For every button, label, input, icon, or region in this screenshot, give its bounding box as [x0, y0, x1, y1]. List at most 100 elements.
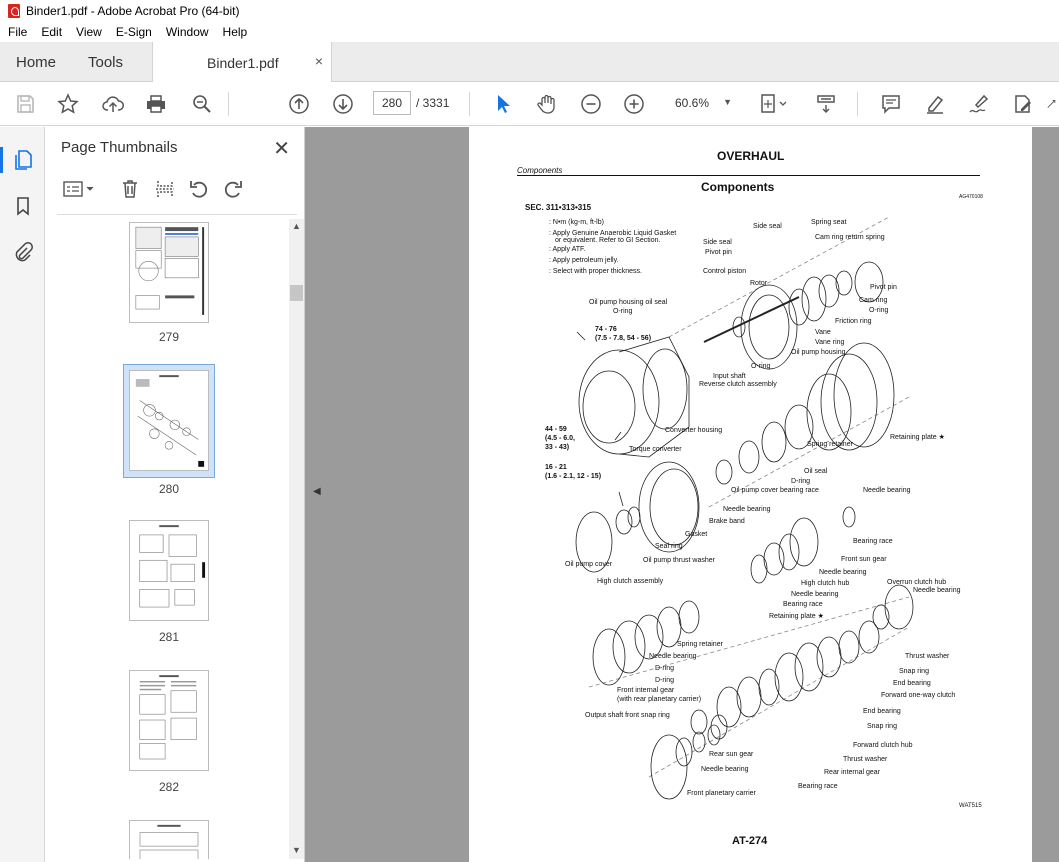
part-label: Oil pump cover bearing race	[731, 487, 819, 494]
part-label: Cam ring return spring	[815, 234, 885, 241]
legend-line: : Select with proper thickness.	[549, 268, 642, 275]
active-indicator	[0, 147, 3, 173]
menu-bar: File Edit View E-Sign Window Help	[0, 22, 1059, 42]
zoom-dropdown[interactable]: 60.6% ▼	[666, 91, 738, 115]
section-title: Components	[701, 180, 775, 194]
close-panel-icon[interactable]: ✕	[273, 136, 290, 161]
thumbnail-options-icon[interactable]	[61, 177, 97, 201]
part-label: Oil seal	[804, 468, 828, 475]
part-label: Forward one-way clutch	[881, 692, 956, 699]
legend-line: : Apply ATF.	[549, 246, 586, 253]
tab-tools[interactable]: Tools	[88, 42, 123, 82]
scroll-mode-icon[interactable]	[813, 91, 839, 117]
previous-page-icon[interactable]	[286, 91, 312, 117]
part-label: Snap ring	[899, 668, 929, 675]
thumbnail-page-number: 279	[158, 330, 180, 344]
panel-title: Page Thumbnails	[61, 139, 178, 156]
bookmark-star-icon[interactable]	[55, 91, 81, 117]
next-page-icon[interactable]	[330, 91, 356, 117]
menu-help[interactable]: Help	[223, 25, 248, 39]
part-label: Vane	[815, 329, 831, 336]
thumbnail-scrollbar[interactable]: ▲ ▼	[289, 219, 304, 859]
collapse-panel-icon[interactable]: ◀	[313, 486, 321, 497]
panel-toolbar	[45, 172, 305, 206]
edit-pdf-icon[interactable]	[1010, 91, 1036, 117]
part-label: Rear sun gear	[709, 751, 754, 758]
page-thumbnail-279[interactable]	[129, 222, 209, 323]
part-label: D-ring	[655, 665, 675, 672]
part-label: Output shaft front snap ring	[585, 712, 670, 719]
part-label: Side seal	[753, 223, 782, 230]
scroll-up-icon[interactable]: ▲	[292, 221, 301, 231]
part-label: Needle bearing	[649, 653, 697, 660]
part-label: High clutch assembly	[597, 578, 664, 585]
scroll-down-icon[interactable]: ▼	[292, 845, 301, 855]
part-label: High clutch hub	[801, 580, 850, 587]
bookmarks-icon[interactable]	[11, 194, 35, 218]
part-label: End bearing	[863, 708, 901, 715]
part-label: Oil pump cover	[565, 561, 613, 568]
torque-value: (4.5 - 6.0,	[545, 435, 575, 442]
page-thumbnail-281[interactable]	[129, 520, 209, 621]
part-label: Brake band	[709, 518, 745, 525]
thumbnail-page-number: 281	[158, 630, 180, 644]
part-label: Thrust washer	[843, 756, 888, 763]
attachments-icon[interactable]	[11, 240, 35, 264]
page-fit-icon[interactable]	[757, 91, 791, 117]
page-thumbnail-280[interactable]	[129, 370, 209, 471]
part-label: Snap ring	[867, 723, 897, 730]
legend-line: : N•m (kg-m, ft-lb)	[549, 219, 604, 226]
part-label: Oil pump housing oil seal	[589, 299, 668, 306]
torque-value: (7.5 - 7.8, 54 - 56)	[595, 335, 652, 342]
menu-window[interactable]: Window	[166, 25, 209, 39]
part-label: Rear internal gear	[824, 769, 881, 776]
figure-code-top: AG470108	[959, 194, 983, 200]
zoom-out-icon[interactable]	[578, 91, 604, 117]
rotate-right-icon[interactable]	[221, 177, 245, 201]
part-label: Front internal gear	[617, 687, 675, 694]
zoom-in-icon[interactable]	[621, 91, 647, 117]
page-number-input[interactable]: 280	[373, 91, 411, 115]
close-tab-icon[interactable]: ×	[315, 53, 323, 69]
highlight-pen-icon[interactable]	[922, 91, 948, 117]
menu-edit[interactable]: Edit	[41, 25, 62, 39]
tab-bar: Home Tools Binder1.pdf ×	[0, 42, 1059, 83]
part-label: Needle bearing	[913, 587, 961, 594]
part-label: Bearing race	[853, 538, 893, 545]
thumbnail-page-number: 282	[158, 780, 180, 794]
part-label: Vane ring	[815, 339, 845, 346]
scrollbar-thumb[interactable]	[290, 285, 303, 301]
part-label: Pivot pin	[705, 249, 732, 256]
save-icon[interactable]	[12, 91, 38, 117]
tab-document[interactable]: Binder1.pdf ×	[152, 42, 332, 83]
torque-value: 16 - 21	[545, 464, 567, 471]
comment-icon[interactable]	[878, 91, 904, 117]
part-label: Spring retainer	[677, 641, 723, 648]
menu-view[interactable]: View	[76, 25, 102, 39]
more-tools-icon[interactable]	[1046, 91, 1059, 117]
delete-page-icon[interactable]	[118, 177, 142, 201]
extract-pages-icon[interactable]	[153, 177, 177, 201]
part-label: Retaining plate ★	[769, 613, 824, 620]
print-icon[interactable]	[143, 91, 169, 117]
menu-file[interactable]: File	[8, 25, 27, 39]
hand-tool-icon[interactable]	[534, 91, 560, 117]
select-cursor-icon[interactable]	[490, 91, 516, 117]
navigation-rail	[0, 127, 45, 862]
page-thumbnail-282[interactable]	[129, 670, 209, 771]
sign-icon[interactable]	[966, 91, 992, 117]
zoom-value: 60.6%	[675, 96, 710, 110]
tab-home[interactable]: Home	[16, 42, 56, 82]
menu-esign[interactable]: E-Sign	[116, 25, 152, 39]
page-thumbnails-icon[interactable]	[11, 148, 35, 172]
part-label: Friction ring	[835, 318, 872, 325]
main-toolbar	[0, 82, 1059, 126]
part-label: Front planetary carrier	[687, 790, 756, 797]
cloud-upload-icon[interactable]	[100, 91, 126, 117]
rotate-left-icon[interactable]	[187, 177, 211, 201]
thumbnail-list: 279 280 281 282	[45, 219, 289, 859]
torque-value: 74 - 76	[595, 326, 617, 333]
part-label: Needle bearing	[723, 506, 771, 513]
page-thumbnail-283[interactable]	[129, 820, 209, 859]
zoom-search-icon[interactable]	[189, 91, 215, 117]
